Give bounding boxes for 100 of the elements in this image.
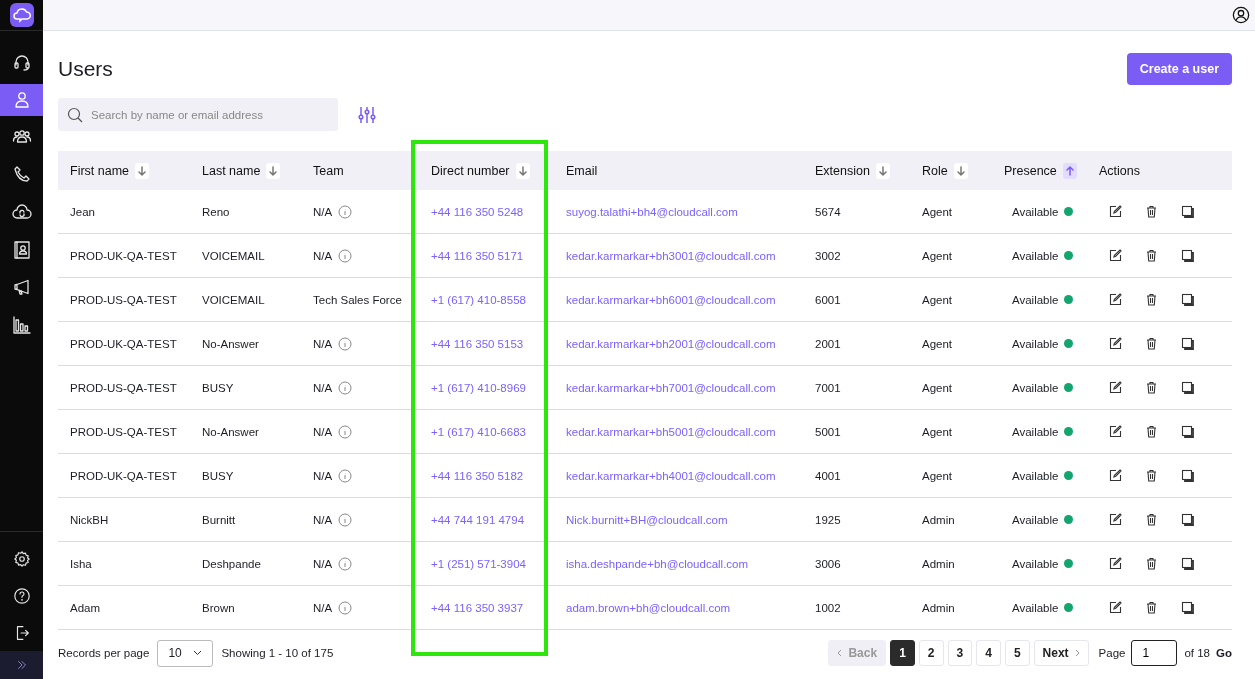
column-header[interactable]: Presence xyxy=(1004,163,1057,178)
duplicate-icon[interactable] xyxy=(1181,425,1194,438)
email-link[interactable]: adam.brown+bh@cloudcall.com xyxy=(566,601,731,614)
phone-link[interactable]: +44 116 350 5153 xyxy=(431,337,524,350)
phone-icon[interactable] xyxy=(11,164,32,185)
help-icon[interactable] xyxy=(12,586,31,605)
edit-icon[interactable] xyxy=(1109,425,1122,438)
edit-icon[interactable] xyxy=(1109,249,1122,262)
info-icon[interactable] xyxy=(338,424,353,439)
info-icon[interactable] xyxy=(338,556,353,571)
email-link[interactable]: suyog.talathi+bh4@cloudcall.com xyxy=(566,205,738,218)
settings-icon[interactable] xyxy=(12,549,31,568)
cloud-logo[interactable] xyxy=(9,3,34,27)
trash-icon[interactable] xyxy=(1145,293,1158,306)
edit-icon[interactable] xyxy=(1109,469,1122,482)
email-link[interactable]: kedar.karmarkar+bh6001@cloudcall.com xyxy=(566,293,776,306)
phone-link[interactable]: +44 744 191 4794 xyxy=(431,513,525,526)
page-button[interactable]: 1 xyxy=(890,640,915,666)
duplicate-icon[interactable] xyxy=(1181,293,1194,306)
column-header[interactable]: Extension xyxy=(815,163,870,178)
sort-down-icon[interactable] xyxy=(135,162,150,179)
trash-icon[interactable] xyxy=(1145,337,1158,350)
next-button[interactable]: Next xyxy=(1033,640,1089,666)
phone-link[interactable]: +1 (617) 410-8969 xyxy=(431,381,526,394)
account-icon[interactable] xyxy=(1232,6,1250,24)
phone-link[interactable]: +44 116 350 5171 xyxy=(431,249,524,262)
info-icon[interactable] xyxy=(338,248,353,263)
page-button[interactable]: 2 xyxy=(918,640,944,666)
email-link[interactable]: kedar.karmarkar+bh3001@cloudcall.com xyxy=(566,249,776,262)
trash-icon[interactable] xyxy=(1145,601,1158,614)
trash-icon[interactable] xyxy=(1145,469,1158,482)
duplicate-icon[interactable] xyxy=(1181,205,1194,218)
bar-chart-icon[interactable] xyxy=(11,314,32,335)
page-button[interactable]: 3 xyxy=(947,640,973,666)
page-button[interactable]: 5 xyxy=(1004,640,1030,666)
sort-down-icon[interactable] xyxy=(515,162,530,179)
trash-icon[interactable] xyxy=(1145,249,1158,262)
table-cell: 3002 xyxy=(815,249,841,262)
email-link[interactable]: kedar.karmarkar+bh2001@cloudcall.com xyxy=(566,337,776,350)
edit-icon[interactable] xyxy=(1109,205,1122,218)
edit-icon[interactable] xyxy=(1109,557,1122,570)
filter-sliders-icon[interactable] xyxy=(358,105,376,124)
trash-icon[interactable] xyxy=(1145,381,1158,394)
email-link[interactable]: kedar.karmarkar+bh4001@cloudcall.com xyxy=(566,469,776,482)
trash-icon[interactable] xyxy=(1145,425,1158,438)
trash-icon[interactable] xyxy=(1145,513,1158,526)
info-icon[interactable] xyxy=(338,468,353,483)
table-cell: 4001 xyxy=(815,469,841,482)
edit-icon[interactable] xyxy=(1109,513,1122,526)
sort-down-icon[interactable] xyxy=(875,162,890,179)
table-cell: PROD-UK-QA-TEST xyxy=(70,469,177,482)
column-header[interactable]: Role xyxy=(922,163,948,178)
duplicate-icon[interactable] xyxy=(1181,601,1194,614)
page-button[interactable]: 4 xyxy=(976,640,1001,666)
email-link[interactable]: isha.deshpande+bh@cloudcall.com xyxy=(566,557,749,570)
duplicate-icon[interactable] xyxy=(1181,469,1194,482)
phone-link[interactable]: +44 116 350 3937 xyxy=(431,601,524,614)
info-icon[interactable] xyxy=(338,600,353,615)
info-icon[interactable] xyxy=(338,336,353,351)
sort-down-icon[interactable] xyxy=(266,162,281,179)
email-link[interactable]: kedar.karmarkar+bh5001@cloudcall.com xyxy=(566,425,776,438)
edit-icon[interactable] xyxy=(1109,601,1122,614)
megaphone-icon[interactable] xyxy=(11,277,32,297)
duplicate-icon[interactable] xyxy=(1181,513,1194,526)
edit-icon[interactable] xyxy=(1109,293,1122,306)
edit-icon[interactable] xyxy=(1109,381,1122,394)
go-link[interactable]: Go xyxy=(1216,647,1232,659)
duplicate-icon[interactable] xyxy=(1181,381,1194,394)
create-user-button[interactable]: Create a user xyxy=(1126,53,1232,85)
trash-icon[interactable] xyxy=(1145,205,1158,218)
table-cell: Admin xyxy=(922,513,955,526)
trash-icon[interactable] xyxy=(1145,557,1158,570)
phone-link[interactable]: +44 116 350 5248 xyxy=(431,205,524,218)
per-page-dropdown[interactable]: 10 xyxy=(157,639,214,667)
table-cell: N/A xyxy=(313,557,333,570)
column-header[interactable]: Last name xyxy=(202,163,261,178)
info-icon[interactable] xyxy=(338,380,353,395)
table-cell: Jean xyxy=(70,205,95,218)
contact-book-icon[interactable] xyxy=(11,239,32,260)
column-header[interactable]: Direct number xyxy=(431,163,510,178)
email-link[interactable]: kedar.karmarkar+bh7001@cloudcall.com xyxy=(566,381,776,394)
phone-link[interactable]: +1 (617) 410-8558 xyxy=(431,293,526,306)
duplicate-icon[interactable] xyxy=(1181,249,1194,262)
phone-link[interactable]: +1 (251) 571-3904 xyxy=(431,557,526,570)
page-input[interactable]: 1 xyxy=(1131,640,1178,666)
phone-link[interactable]: +44 116 350 5182 xyxy=(431,469,524,482)
phone-link[interactable]: +1 (617) 410-6683 xyxy=(431,425,526,438)
duplicate-icon[interactable] xyxy=(1181,337,1194,350)
column-header[interactable]: First name xyxy=(70,163,130,178)
info-icon[interactable] xyxy=(338,512,353,527)
sort-down-icon[interactable] xyxy=(953,162,968,179)
cloud-sync-icon[interactable] xyxy=(11,202,32,222)
edit-icon[interactable] xyxy=(1109,337,1122,350)
presence-status: Available xyxy=(1012,205,1059,218)
sort-up-icon[interactable] xyxy=(1062,162,1077,179)
email-link[interactable]: Nick.burnitt+BH@cloudcall.com xyxy=(566,513,728,526)
duplicate-icon[interactable] xyxy=(1181,557,1194,570)
search-field[interactable]: Search by name or email address xyxy=(58,98,338,131)
headset-icon[interactable] xyxy=(11,52,32,72)
info-icon[interactable] xyxy=(338,204,353,219)
